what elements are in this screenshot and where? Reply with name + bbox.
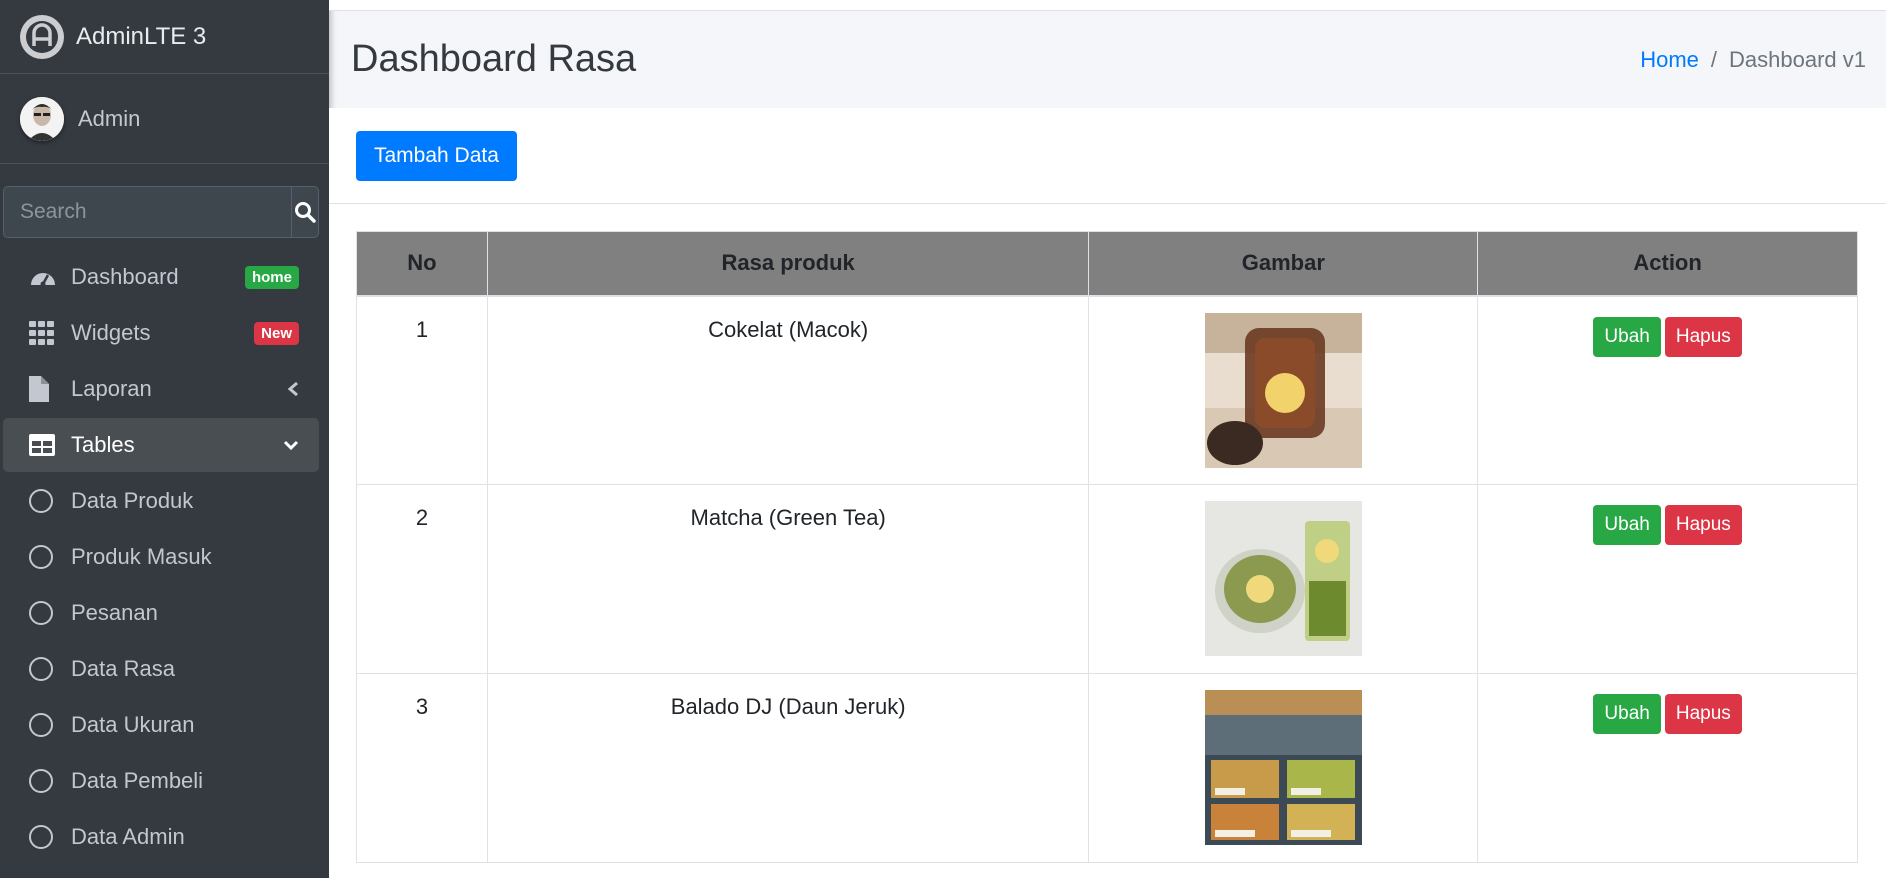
table-wrapper: No Rasa produk Gambar Action 1 Cokelat (… [329,204,1886,863]
table-icon [29,431,61,459]
circle-icon [29,825,53,849]
sidebar-item-label: Tables [71,432,135,457]
search-button[interactable] [291,186,319,238]
chevron-left-icon [287,381,298,397]
circle-icon [29,713,53,737]
sidebar-nav: Dashboard home Widgets New Laporan Table… [0,250,329,864]
sidebar-item-data-admin[interactable]: Data Admin [3,810,319,864]
sidebar-item-produk-masuk[interactable]: Produk Masuk [3,530,319,584]
cokelat-product-photo [1204,312,1362,468]
column-header-gambar: Gambar [1088,231,1479,297]
sidebar-item-data-produk[interactable]: Data Produk [3,474,319,528]
adminlte-logo-icon [20,14,64,59]
sidebar-item-label: Data Admin [71,824,185,849]
cell-no: 1 [356,295,488,485]
brand-text: AdminLTE 3 [76,22,207,50]
top-navbar [329,0,1886,11]
row-actions: Ubah Hapus [1478,505,1857,545]
sidebar-item-laporan[interactable]: Laporan [3,362,319,416]
sidebar-item-data-rasa[interactable]: Data Rasa [3,642,319,696]
table-header-row: No Rasa produk Gambar Action [356,231,1858,297]
row-actions: Ubah Hapus [1478,316,1857,357]
cell-rasa: Balado DJ (Daun Jeruk) [486,673,1090,863]
cell-rasa: Matcha (Green Tea) [486,484,1090,674]
table-row: 3 Balado DJ (Daun Jeruk) Ubah Hapus [356,673,1858,863]
sidebar-item-dashboard[interactable]: Dashboard home [3,250,319,304]
content-header: Dashboard Rasa Home / Dashboard v1 [329,11,1886,108]
new-badge: New [254,321,299,345]
user-panel[interactable]: Admin [0,74,329,164]
card-header: Tambah Data [329,108,1886,204]
column-header-no: No [356,231,488,297]
delete-button[interactable]: Hapus [1664,505,1742,545]
sidebar-item-pesanan[interactable]: Pesanan [3,586,319,640]
cell-rasa: Cokelat (Macok) [486,295,1090,485]
content-wrapper: Dashboard Rasa Home / Dashboard v1 Tamba… [329,0,1886,878]
sidebar-item-label: Widgets [71,320,151,345]
user-name[interactable]: Admin [78,106,140,132]
add-data-button[interactable]: Tambah Data [356,130,517,181]
circle-icon [29,657,53,681]
edit-button[interactable]: Ubah [1593,505,1661,545]
breadcrumb-separator: / [1710,46,1718,72]
main-sidebar: AdminLTE 3 Admin Search Dashboard home W… [0,0,329,878]
table-row: 2 Matcha (Green Tea) Ubah Hapus [356,484,1858,674]
edit-button[interactable]: Ubah [1593,316,1661,357]
cell-no: 2 [356,484,488,674]
file-icon [29,375,61,403]
sidebar-item-label: Data Rasa [71,656,175,681]
chevron-down-icon [283,440,299,451]
avatar [20,96,64,141]
data-card: Tambah Data No Rasa produk Gambar Action [329,108,1886,878]
row-actions: Ubah Hapus [1478,694,1857,734]
delete-button[interactable]: Hapus [1664,316,1742,357]
breadcrumb-home-link[interactable]: Home [1640,47,1699,73]
rasa-table: No Rasa produk Gambar Action 1 Cokelat (… [356,231,1858,863]
sidebar-item-label: Laporan [71,376,152,401]
circle-icon [29,769,53,793]
circle-icon [29,489,53,513]
sidebar-item-data-ukuran[interactable]: Data Ukuran [3,698,319,752]
sidebar-search [3,186,319,238]
matcha-product-photo [1204,501,1362,656]
sidebar-item-widgets[interactable]: Widgets New [3,306,319,360]
column-header-action: Action [1477,231,1858,297]
sidebar-item-label: Dashboard [71,264,179,289]
search-input[interactable] [3,186,291,238]
search-icon [295,202,316,223]
circle-icon [29,545,53,569]
sidebar-item-label: Data Pembeli [71,768,204,793]
cell-no: 3 [356,673,488,863]
balado-product-photo [1204,690,1362,845]
page-title: Dashboard Rasa [351,38,637,80]
brand-link[interactable]: AdminLTE 3 [0,0,329,74]
edit-button[interactable]: Ubah [1593,694,1661,734]
column-header-rasa: Rasa produk [486,231,1090,297]
breadcrumb: Home / Dashboard v1 [1640,47,1866,73]
grid-icon [29,319,61,347]
delete-button[interactable]: Hapus [1664,694,1742,734]
table-row: 1 Cokelat (Macok) Ubah Hapus [356,295,1858,485]
sidebar-item-label: Pesanan [71,600,158,625]
sidebar-item-label: Data Produk [71,488,194,513]
home-badge: home [244,265,299,289]
sidebar-item-label: Produk Masuk [71,544,212,569]
sidebar-item-data-pembeli[interactable]: Data Pembeli [3,754,319,808]
breadcrumb-current: Dashboard v1 [1729,46,1866,72]
tachometer-icon [29,263,61,291]
circle-icon [29,601,53,625]
sidebar-item-tables[interactable]: Tables [3,418,319,472]
sidebar-item-label: Data Ukuran [71,712,195,737]
